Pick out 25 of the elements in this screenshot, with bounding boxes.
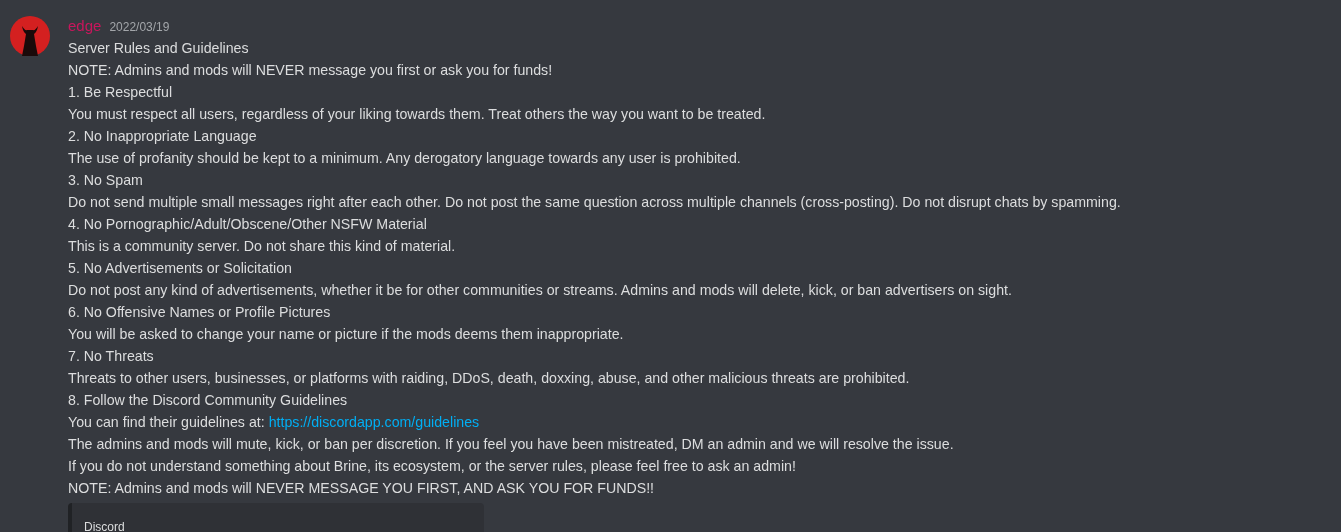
message-line: 6. No Offensive Names or Profile Pictures [68, 303, 332, 322]
message-line: Do not post any kind of advertisements, whether it be for other communities or streams. Admins and mods will delete, kick, or ban advertisers on sight. [68, 281, 1013, 300]
message-line: 7. No Threats [68, 347, 155, 366]
message-line: 3. No Spam [68, 171, 144, 190]
message-line: 8. Follow the Discord Community Guidelines [68, 391, 349, 410]
message-line: You will be asked to change your name or picture if the mods deems them inappropriate. [68, 325, 625, 344]
message-line: 2. No Inappropriate Language [68, 127, 258, 146]
avatar-icon[interactable] [10, 16, 50, 56]
guidelines-link[interactable]: https://discordapp.com/guidelines [268, 414, 480, 430]
message-line: This is a community server. Do not share this kind of material. [68, 237, 457, 256]
message-line: The use of profanity should be kept to a minimum. Any derogatory language towards any user is prohibited. [68, 149, 742, 168]
message-line: NOTE: Admins and mods will NEVER message you first or ask you for funds! [68, 61, 554, 80]
message-line: NOTE: Admins and mods will NEVER MESSAGE YOU FIRST, AND ASK YOU FOR FUNDS!! [68, 479, 656, 498]
message-line: Server Rules and Guidelines [68, 39, 250, 58]
message-line: If you do not understand something about Brine, its ecosystem, or the server rules, please feel free to ask an admin! [68, 457, 797, 476]
message-line: You must respect all users, regardless of your liking towards them. Treat others the way you want to be treated. [68, 105, 767, 124]
timestamp: 2022/03/19 [109, 20, 170, 34]
message-line: Do not send multiple small messages right after each other. Do not post the same question across multiple channels (cross-posting). Do not disrupt chats by spamming. [68, 193, 1121, 212]
message-line: You can find their guidelines at: [68, 414, 265, 430]
message-line: 4. No Pornographic/Adult/Obscene/Other NSFW Material [68, 215, 428, 234]
message-line: 5. No Advertisements or Solicitation [68, 259, 293, 278]
embed-provider: Discord [84, 520, 125, 532]
message-line: The admins and mods will mute, kick, or ban per discretion. If you feel you have been mistreated, DM an admin and we will resolve the issue. [68, 435, 955, 454]
message-line: 1. Be Respectful [68, 83, 174, 102]
message-line: Threats to other users, businesses, or platforms with raiding, DDoS, death, doxxing, abuse, and other malicious threats are prohibited. [68, 369, 911, 388]
